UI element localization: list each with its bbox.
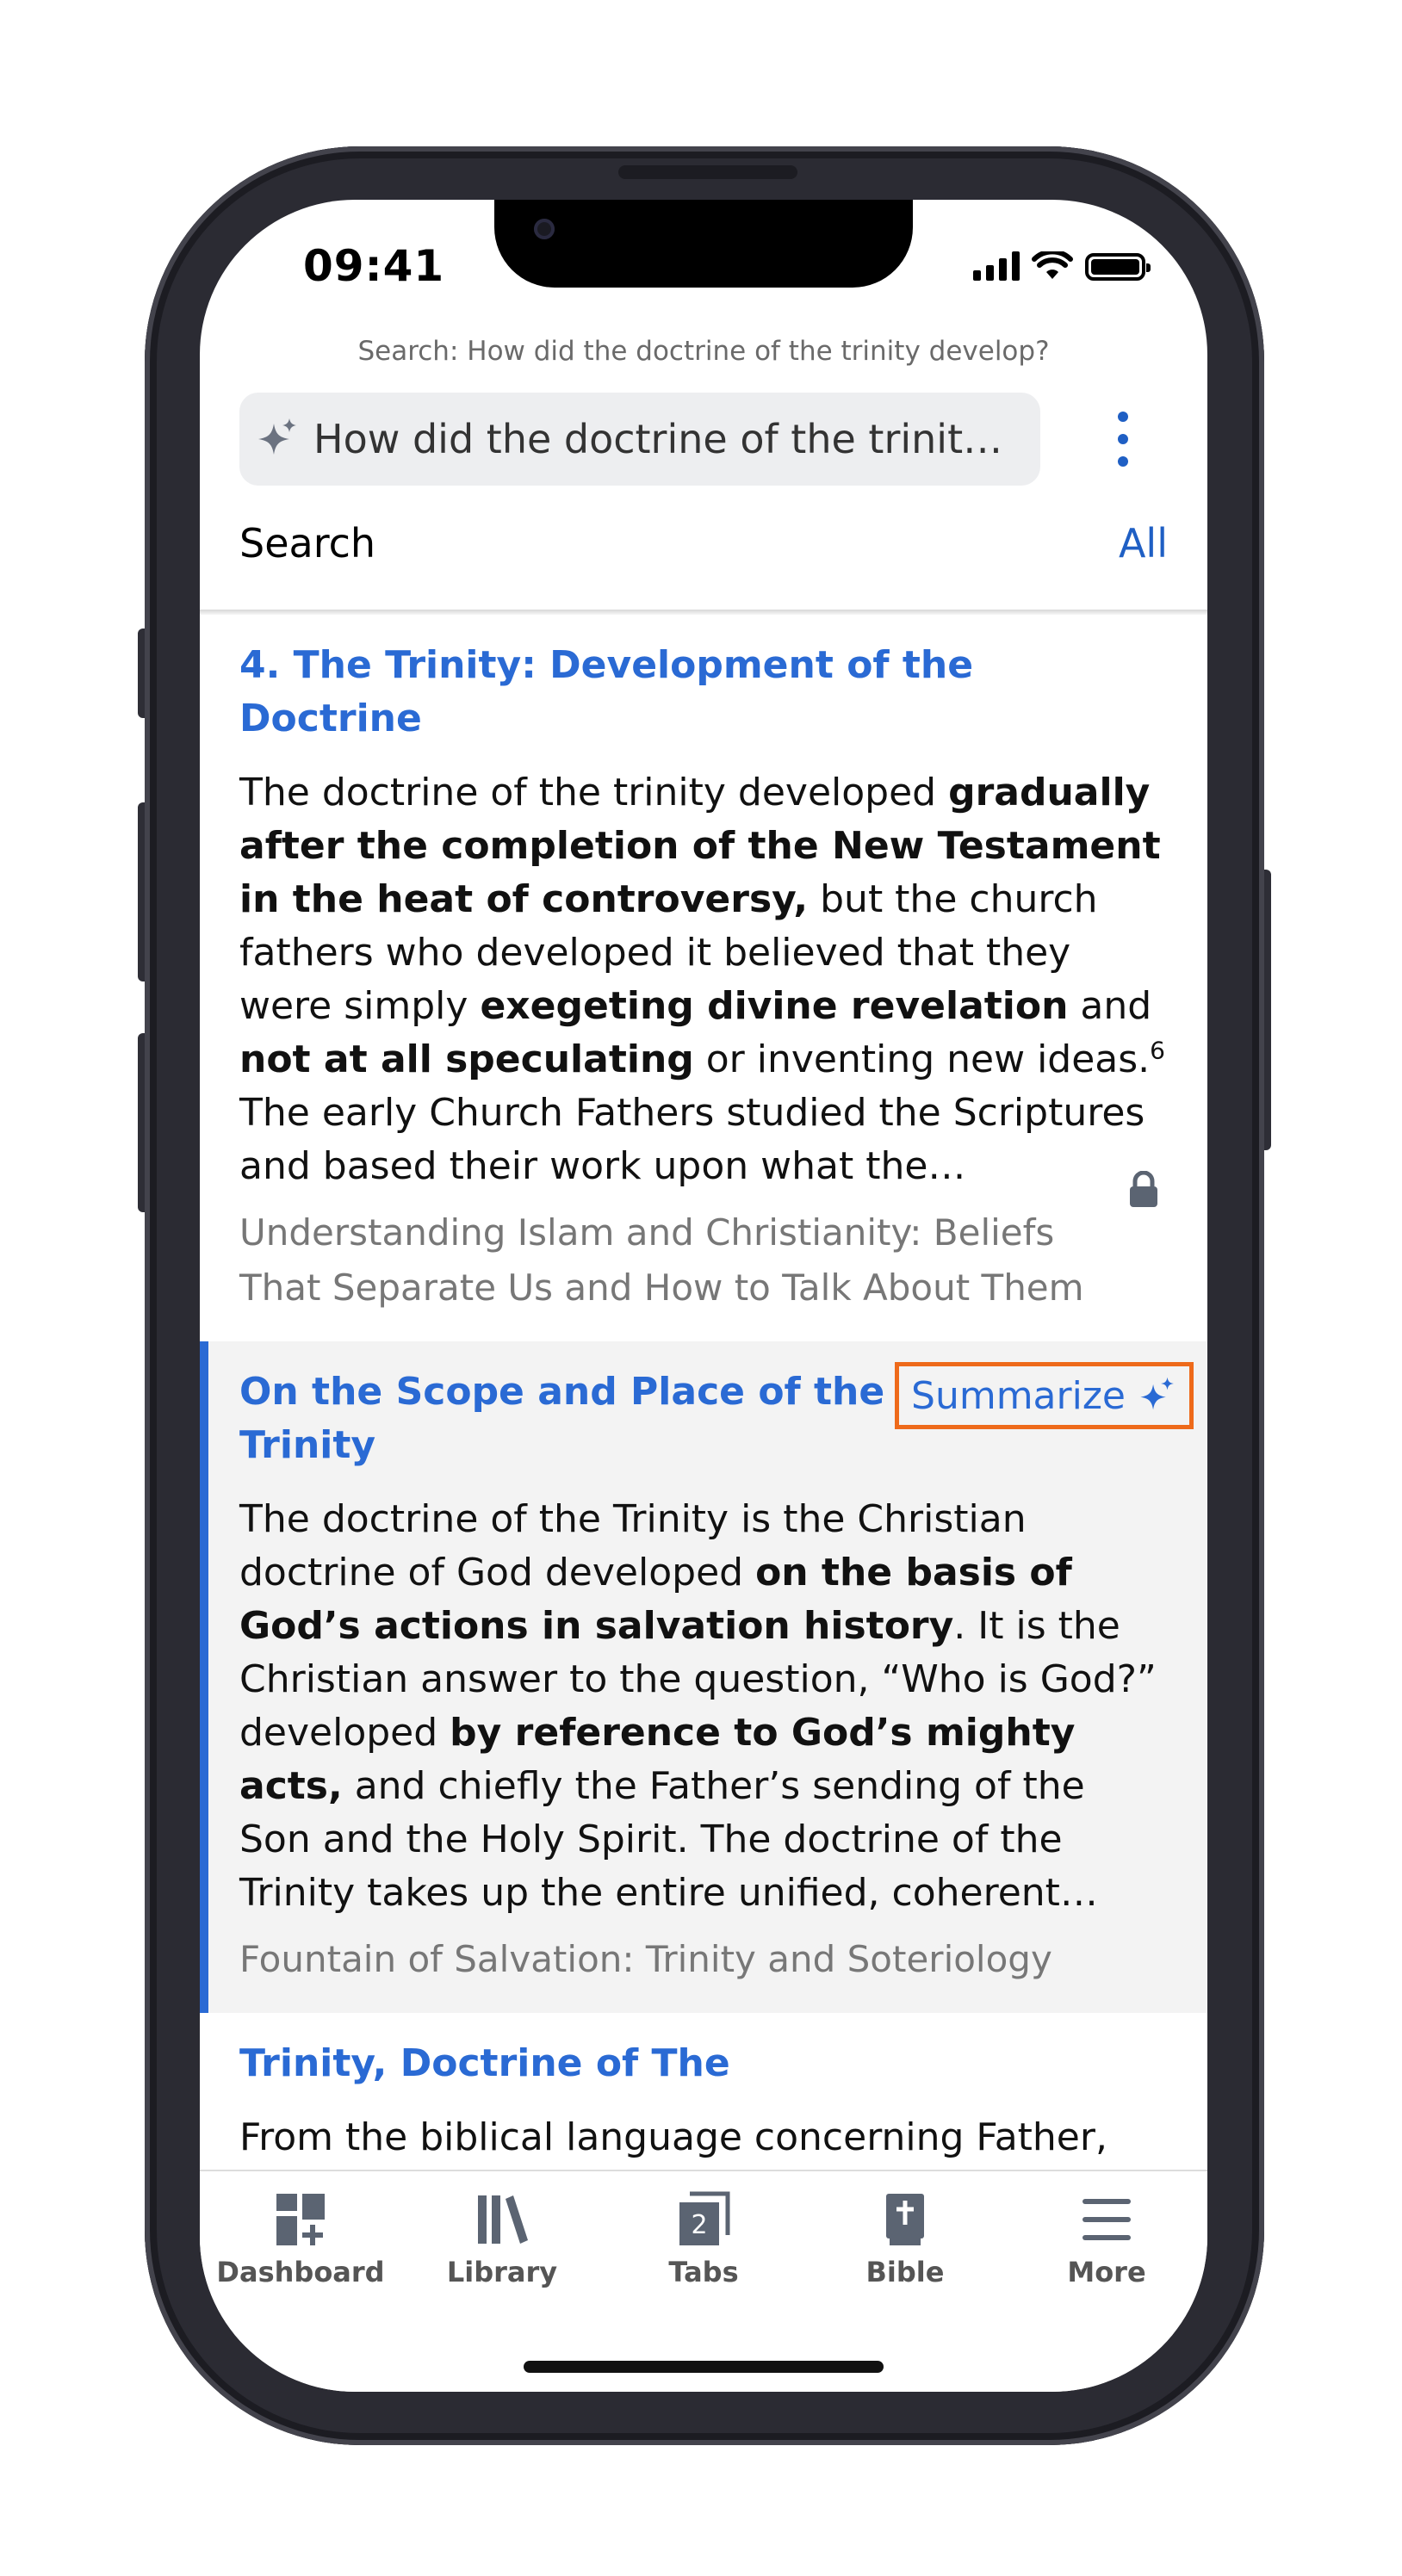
tab-more[interactable]: More [1006, 2190, 1207, 2288]
tab-label: Tabs [668, 2256, 739, 2288]
more-options-icon[interactable] [1114, 412, 1132, 467]
ai-sparkle-icon [1140, 1377, 1174, 1410]
tab-bible[interactable]: Bible [804, 2190, 1006, 2288]
search-input[interactable]: How did the doctrine of the trinity d… [239, 393, 1040, 486]
tab-label: Dashboard [216, 2256, 385, 2288]
filter-label: Search [239, 520, 376, 567]
battery-icon [1085, 253, 1151, 281]
cellular-signal-icon [973, 251, 1020, 281]
notch [494, 200, 913, 288]
tabs-icon: 2 [679, 2191, 730, 2245]
bible-icon [886, 2194, 924, 2245]
tab-label: More [1067, 2256, 1146, 2288]
result-snippet: The doctrine of the trinity developed gr… [239, 771, 1165, 1188]
tab-library[interactable]: Library [401, 2190, 603, 2288]
speaker [618, 165, 797, 179]
result-item[interactable]: Trinity, Doctrine of The From the biblic… [200, 2013, 1207, 2170]
result-item[interactable]: 4. The Trinity: Development of the Doctr… [200, 615, 1207, 1341]
lock-icon [1130, 1171, 1157, 1207]
status-icons [973, 251, 1151, 281]
results-list: 4. The Trinity: Development of the Doctr… [200, 615, 1207, 2170]
search-query: How did the doctrine of the trinity d… [313, 416, 1020, 462]
more-icon [1083, 2199, 1131, 2240]
filter-row: Search All [200, 517, 1207, 585]
front-camera [534, 219, 555, 239]
result-source[interactable]: Understanding Islam and Christianity: Be… [239, 1205, 1168, 1316]
status-time: 09:41 [303, 241, 445, 291]
result-item-selected[interactable]: On the Scope and Place of the Doctr Trin… [200, 1341, 1207, 2013]
ai-sparkle-icon [258, 418, 296, 455]
tab-label: Library [446, 2256, 558, 2288]
library-icon [478, 2195, 528, 2244]
home-indicator [524, 2361, 884, 2373]
result-title[interactable]: 4. The Trinity: Development of the Doctr… [239, 639, 1168, 746]
screen: 09:41 Search: How did the doctrine of th… [200, 200, 1207, 2392]
bottom-tab-bar: Dashboard Library 2 Tabs Bible More [200, 2170, 1207, 2392]
tab-label: Bible [865, 2256, 945, 2288]
tabs-badge-count: 2 [691, 2210, 707, 2240]
result-snippet: The doctrine of the Trinity is the Chris… [239, 1497, 1157, 1915]
result-snippet: From the biblical language concerning Fa… [239, 2115, 1132, 2170]
summarize-label: Summarize [911, 1373, 1126, 1418]
dashboard-icon [276, 2194, 325, 2245]
tab-dashboard[interactable]: Dashboard [200, 2190, 401, 2288]
tab-tabs[interactable]: 2 Tabs [603, 2190, 804, 2288]
wifi-icon [1032, 251, 1073, 279]
summarize-button[interactable]: Summarize [895, 1362, 1194, 1429]
result-title[interactable]: Trinity, Doctrine of The [239, 2037, 1168, 2090]
search-caption: Search: How did the doctrine of the trin… [357, 336, 1050, 367]
result-source[interactable]: Fountain of Salvation: Trinity and Soter… [239, 1932, 1168, 1987]
filter-all-button[interactable]: All [1119, 520, 1168, 567]
